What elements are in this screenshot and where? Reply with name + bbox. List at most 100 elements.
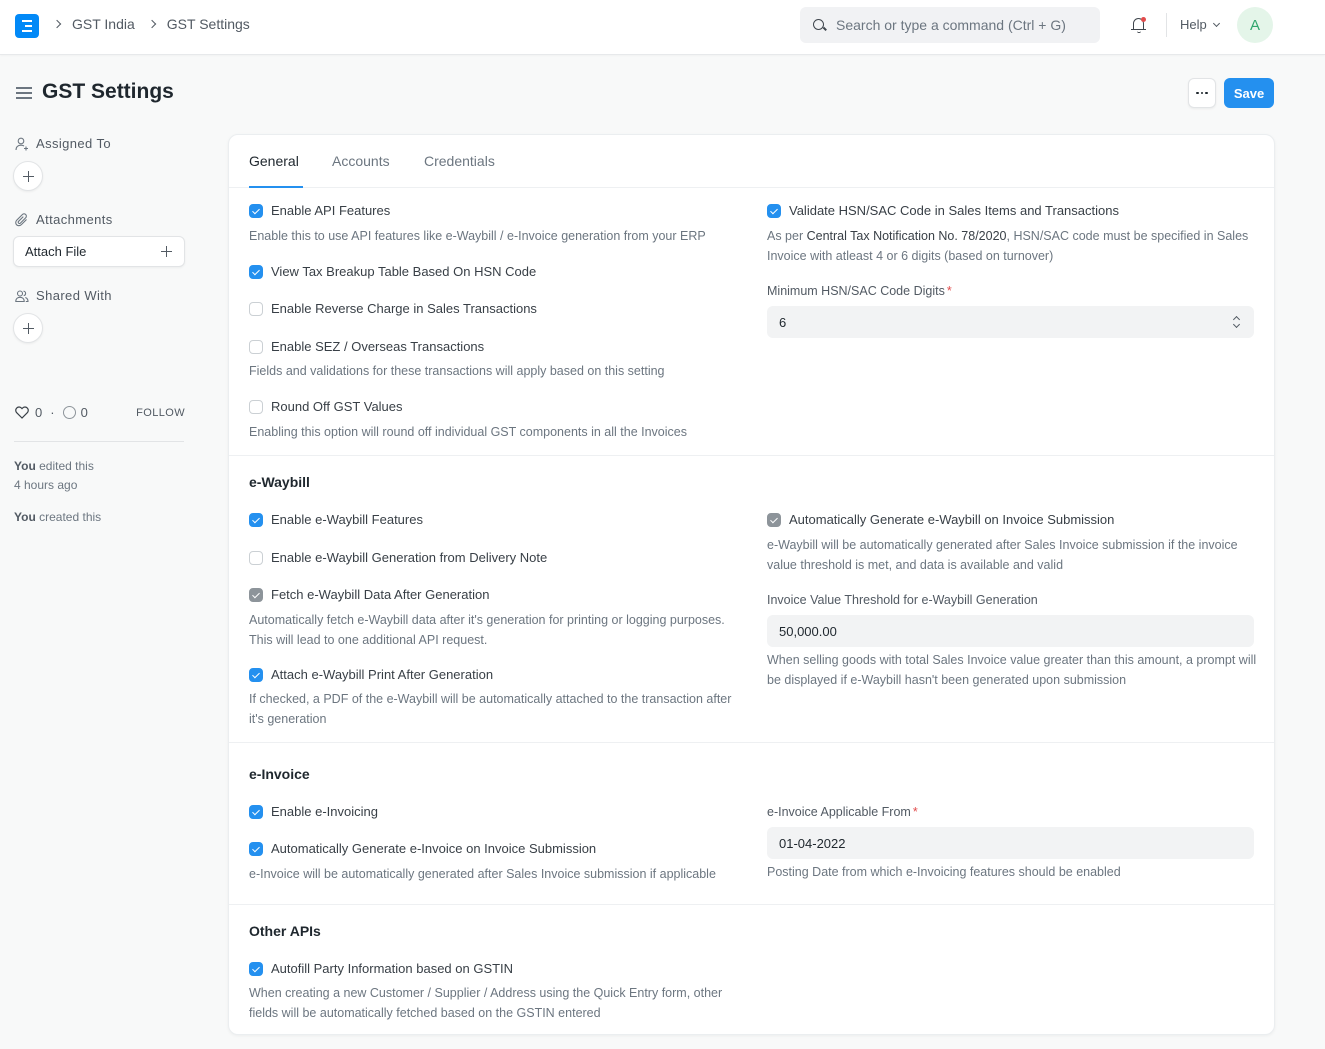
checkbox-checked-icon[interactable] <box>249 512 263 527</box>
einvoice-applicable-from-label: e-Invoice Applicable From * <box>767 805 918 819</box>
sidebar-toggle-icon[interactable] <box>16 87 32 99</box>
field-description: As per Central Tax Notification No. 78/2… <box>767 227 1257 266</box>
auto-generate-einvoice-checkbox[interactable]: Automatically Generate e-Invoice on Invo… <box>249 841 596 856</box>
navbar: GST India GST Settings Search or type a … <box>0 0 1325 55</box>
plus-icon <box>22 322 34 334</box>
section-divider <box>229 742 1274 743</box>
shared-with-text: Shared With <box>36 288 112 303</box>
attach-ewaybill-print-checkbox[interactable]: Attach e-Waybill Print After Generation <box>249 667 493 682</box>
select-value: 6 <box>779 314 787 330</box>
round-off-gst-checkbox[interactable]: Round Off GST Values <box>249 399 403 414</box>
autofill-party-checkbox[interactable]: Autofill Party Information based on GSTI… <box>249 961 513 976</box>
checkbox-label: Attach e-Waybill Print After Generation <box>271 667 494 682</box>
breadcrumb-gst-india[interactable]: GST India <box>72 16 135 32</box>
field-description: Automatically fetch e-Waybill data after… <box>249 613 725 647</box>
user-avatar[interactable]: A <box>1237 7 1273 43</box>
attach-file-label: Attach File <box>25 244 87 259</box>
app-logo[interactable] <box>15 14 39 38</box>
reverse-charge-checkbox[interactable]: Enable Reverse Charge in Sales Transacti… <box>249 301 537 316</box>
section-title-ewaybill: e-Waybill <box>249 474 310 490</box>
checkbox-checked-icon[interactable] <box>249 264 263 279</box>
min-hsn-digits-select[interactable]: 6 <box>767 306 1254 338</box>
input-value: 01-04-2022 <box>779 835 846 851</box>
checkbox-label: Enable SEZ / Overseas Transactions <box>271 339 485 354</box>
checkbox-label: Round Off GST Values <box>271 399 403 414</box>
enable-einvoicing-checkbox[interactable]: Enable e-Invoicing <box>249 804 378 819</box>
field-description: When selling goods with total Sales Invo… <box>767 653 1257 687</box>
einvoice-applicable-from-date-input[interactable]: 01-04-2022 <box>767 827 1254 859</box>
enable-ewaybill-checkbox[interactable]: Enable e-Waybill Features <box>249 512 423 527</box>
page-title: GST Settings <box>42 80 174 103</box>
add-assignee-button[interactable] <box>13 161 43 191</box>
validate-hsn-checkbox[interactable]: Validate HSN/SAC Code in Sales Items and… <box>767 203 1119 218</box>
checkbox-label: Automatically Generate e-Waybill on Invo… <box>789 512 1115 527</box>
chevron-down-icon <box>1212 19 1220 27</box>
activity-action: created this <box>39 510 102 524</box>
field-description: Posting Date from which e-Invoicing feat… <box>767 865 1121 879</box>
plus-icon <box>161 246 172 257</box>
checkbox-unchecked-icon[interactable] <box>249 301 263 316</box>
tax-notification-link[interactable]: Central Tax Notification No. 78/2020 <box>807 229 1007 243</box>
required-mark: * <box>912 805 918 819</box>
activity-time: 4 hours ago <box>14 478 78 492</box>
field-description: Enabling this option will round off indi… <box>249 425 687 439</box>
logo-e-icon <box>22 20 32 32</box>
users-icon <box>15 289 29 303</box>
navbar-divider <box>1166 13 1167 37</box>
desc-prefix: As per <box>767 229 807 243</box>
stats-separator: · <box>50 405 55 420</box>
notification-dot <box>1141 17 1146 22</box>
checkbox-checked-icon[interactable] <box>249 804 263 819</box>
section-divider <box>229 455 1274 456</box>
follow-button[interactable]: FOLLOW <box>136 407 185 419</box>
section-title-einvoice: e-Invoice <box>249 766 310 782</box>
checkbox-checked-icon[interactable] <box>249 203 263 218</box>
help-label: Help <box>1180 17 1207 32</box>
field-description: e-Waybill will be automatically generate… <box>767 538 1238 572</box>
add-share-button[interactable] <box>13 313 43 343</box>
activity-actor: You <box>14 459 36 473</box>
search-placeholder: Search or type a command (Ctrl + G) <box>836 17 1066 33</box>
view-tax-breakup-checkbox[interactable]: View Tax Breakup Table Based On HSN Code <box>249 264 536 279</box>
breadcrumb-gst-settings[interactable]: GST Settings <box>167 16 250 32</box>
assigned-to-text: Assigned To <box>36 136 111 151</box>
checkbox-checked-icon[interactable] <box>249 961 263 976</box>
min-hsn-digits-label: Minimum HSN/SAC Code Digits * <box>767 284 952 298</box>
user-add-icon <box>15 137 29 151</box>
help-dropdown[interactable]: Help <box>1180 17 1220 32</box>
more-actions-button[interactable] <box>1188 78 1216 108</box>
enable-api-features-checkbox[interactable]: Enable API Features <box>249 203 390 218</box>
checkbox-checked-icon[interactable] <box>249 667 263 682</box>
search-input[interactable]: Search or type a command (Ctrl + G) <box>800 7 1100 43</box>
active-tab-indicator <box>249 186 303 188</box>
checkbox-label: Autofill Party Information based on GSTI… <box>271 961 514 976</box>
checkbox-checked-icon[interactable] <box>767 203 781 218</box>
shared-with-label: Shared With <box>15 288 112 303</box>
tab-credentials[interactable]: Credentials <box>424 153 495 169</box>
input-value: 50,000.00 <box>779 623 837 639</box>
save-button[interactable]: Save <box>1224 78 1274 108</box>
sez-overseas-checkbox[interactable]: Enable SEZ / Overseas Transactions <box>249 339 484 354</box>
ewaybill-delivery-note-checkbox[interactable]: Enable e-Waybill Generation from Deliver… <box>249 550 547 565</box>
checkbox-label: Enable e-Waybill Features <box>271 512 423 527</box>
checkbox-unchecked-icon[interactable] <box>249 550 263 565</box>
tab-accounts[interactable]: Accounts <box>332 153 390 169</box>
attach-file-button[interactable]: Attach File <box>13 236 185 267</box>
threshold-input[interactable]: 50,000.00 <box>767 615 1254 647</box>
checkbox-checked-icon[interactable] <box>249 841 263 856</box>
comments-count: 0 <box>80 405 88 420</box>
label-text: e-Invoice Applicable From <box>767 805 911 819</box>
tab-general[interactable]: General <box>249 153 299 169</box>
heart-icon[interactable] <box>15 406 29 419</box>
notification-bell-icon[interactable] <box>1130 16 1148 36</box>
field-description: Enable this to use API features like e-W… <box>249 229 706 243</box>
checkbox-unchecked-icon[interactable] <box>249 399 263 414</box>
checkbox-label: Automatically Generate e-Invoice on Invo… <box>271 841 597 856</box>
checkbox-unchecked-icon[interactable] <box>249 339 263 354</box>
chevron-right-icon <box>52 19 62 29</box>
chevron-right-icon <box>147 19 157 29</box>
checkbox-label: Enable API Features <box>271 203 391 218</box>
attachments-text: Attachments <box>36 212 113 227</box>
comment-icon[interactable] <box>62 406 76 419</box>
activity-item: You edited this 4 hours ago <box>14 457 94 495</box>
